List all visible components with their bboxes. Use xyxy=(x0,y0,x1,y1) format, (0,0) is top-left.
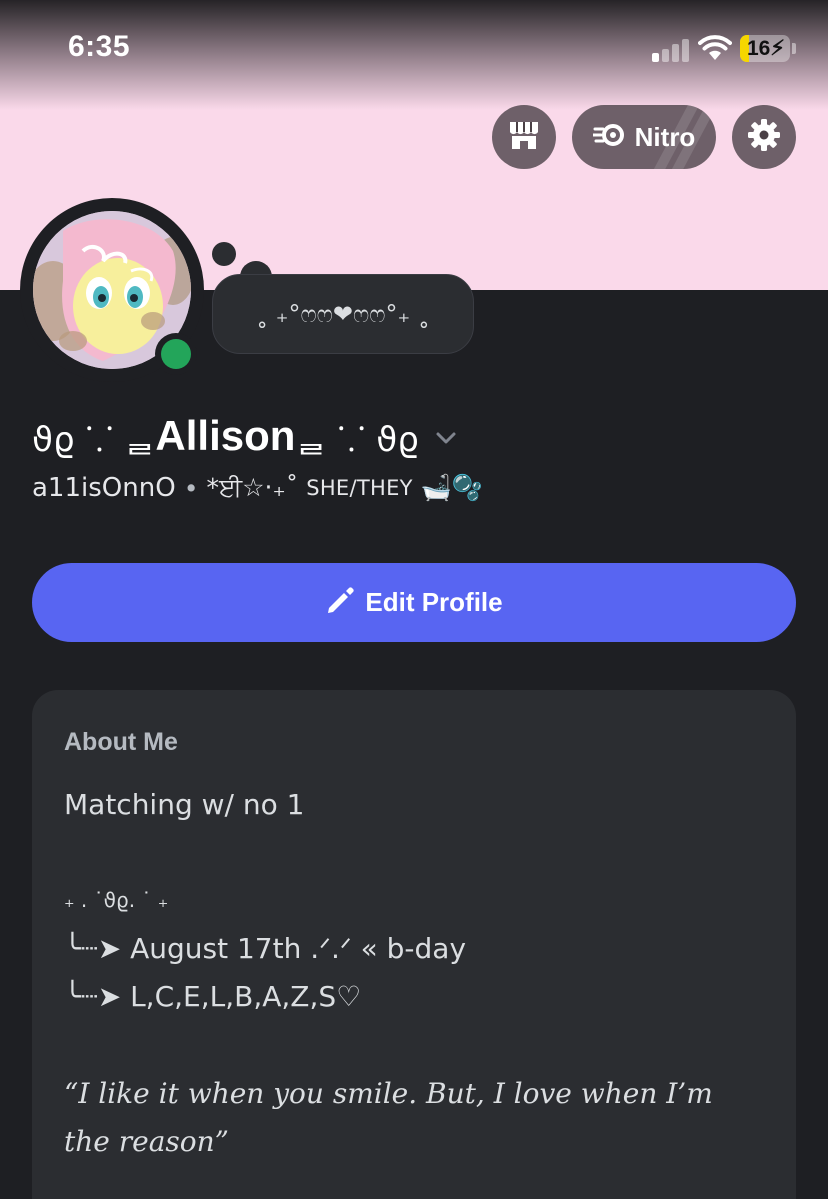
display-name-row[interactable]: ϑϱ ⸪ ᆯ Allison ᆯ ⸪ ϑϱ xyxy=(32,408,457,464)
about-line-matching: Matching w/ no 1 xyxy=(64,788,305,821)
online-status-indicator xyxy=(155,333,197,375)
pencil-icon xyxy=(325,586,355,620)
pronouns-emoji: 🛁🫧 xyxy=(420,473,484,502)
about-me-card: About Me Matching w/ no 1 ₊ . ˙ϑϱ. ˙ ₊ ╰… xyxy=(32,690,796,1199)
pronouns: SHE/THEY xyxy=(306,476,413,500)
status-time: 6:35 xyxy=(68,30,131,63)
about-line-letters: ╰┈➤ L,C,E,L,B,A,Z,S♡ xyxy=(64,980,362,1013)
gear-icon xyxy=(747,118,781,156)
about-me-title: About Me xyxy=(64,728,178,756)
nitro-label: Nitro xyxy=(634,121,696,152)
shop-button[interactable] xyxy=(492,105,556,169)
status-bubble-dot xyxy=(212,242,236,266)
display-name-prefix: ϑϱ ⸪ ᆯ xyxy=(32,419,156,460)
pronouns-decoration: *ਈ☆‧₊˚ xyxy=(206,473,299,502)
edit-profile-label: Edit Profile xyxy=(365,587,503,617)
edit-profile-button[interactable]: Edit Profile xyxy=(32,563,796,642)
custom-status-bubble[interactable]: ˳ ₊°ෆෆ❤ෆෆ°₊ ˳ xyxy=(212,274,474,354)
chevron-down-icon[interactable] xyxy=(435,430,457,449)
separator-dot: • xyxy=(183,473,199,503)
about-quote: “I like it when you smile. But, I love w… xyxy=(64,1077,713,1158)
username-row: a11isOnnO • *ਈ☆‧₊˚ SHE/THEY 🛁🫧 xyxy=(32,468,483,508)
settings-button[interactable] xyxy=(732,105,796,169)
display-name: Allison xyxy=(155,412,296,459)
battery-charging-icon: 16⚡︎ xyxy=(740,35,790,62)
battery-tip xyxy=(792,43,796,54)
about-line-birthday: ╰┈➤ August 17th .ᐟ.ᐟ « b-day xyxy=(64,932,467,965)
nitro-button[interactable]: Nitro xyxy=(572,105,716,169)
status-bar: 6:35 16⚡︎ xyxy=(0,0,828,100)
nitro-icon xyxy=(591,123,627,151)
about-decoration: ₊ . ˙ϑϱ. ˙ ₊ xyxy=(64,888,169,912)
username: a11isOnnO xyxy=(32,473,176,503)
shop-icon xyxy=(507,119,541,155)
custom-status-text: ˳ ₊°ෆෆ❤ෆෆ°₊ ˳ xyxy=(256,300,430,328)
wifi-icon xyxy=(698,34,732,62)
display-name-suffix: ᆯ ⸪ ϑϱ xyxy=(295,419,419,460)
cellular-signal-icon xyxy=(652,38,692,62)
